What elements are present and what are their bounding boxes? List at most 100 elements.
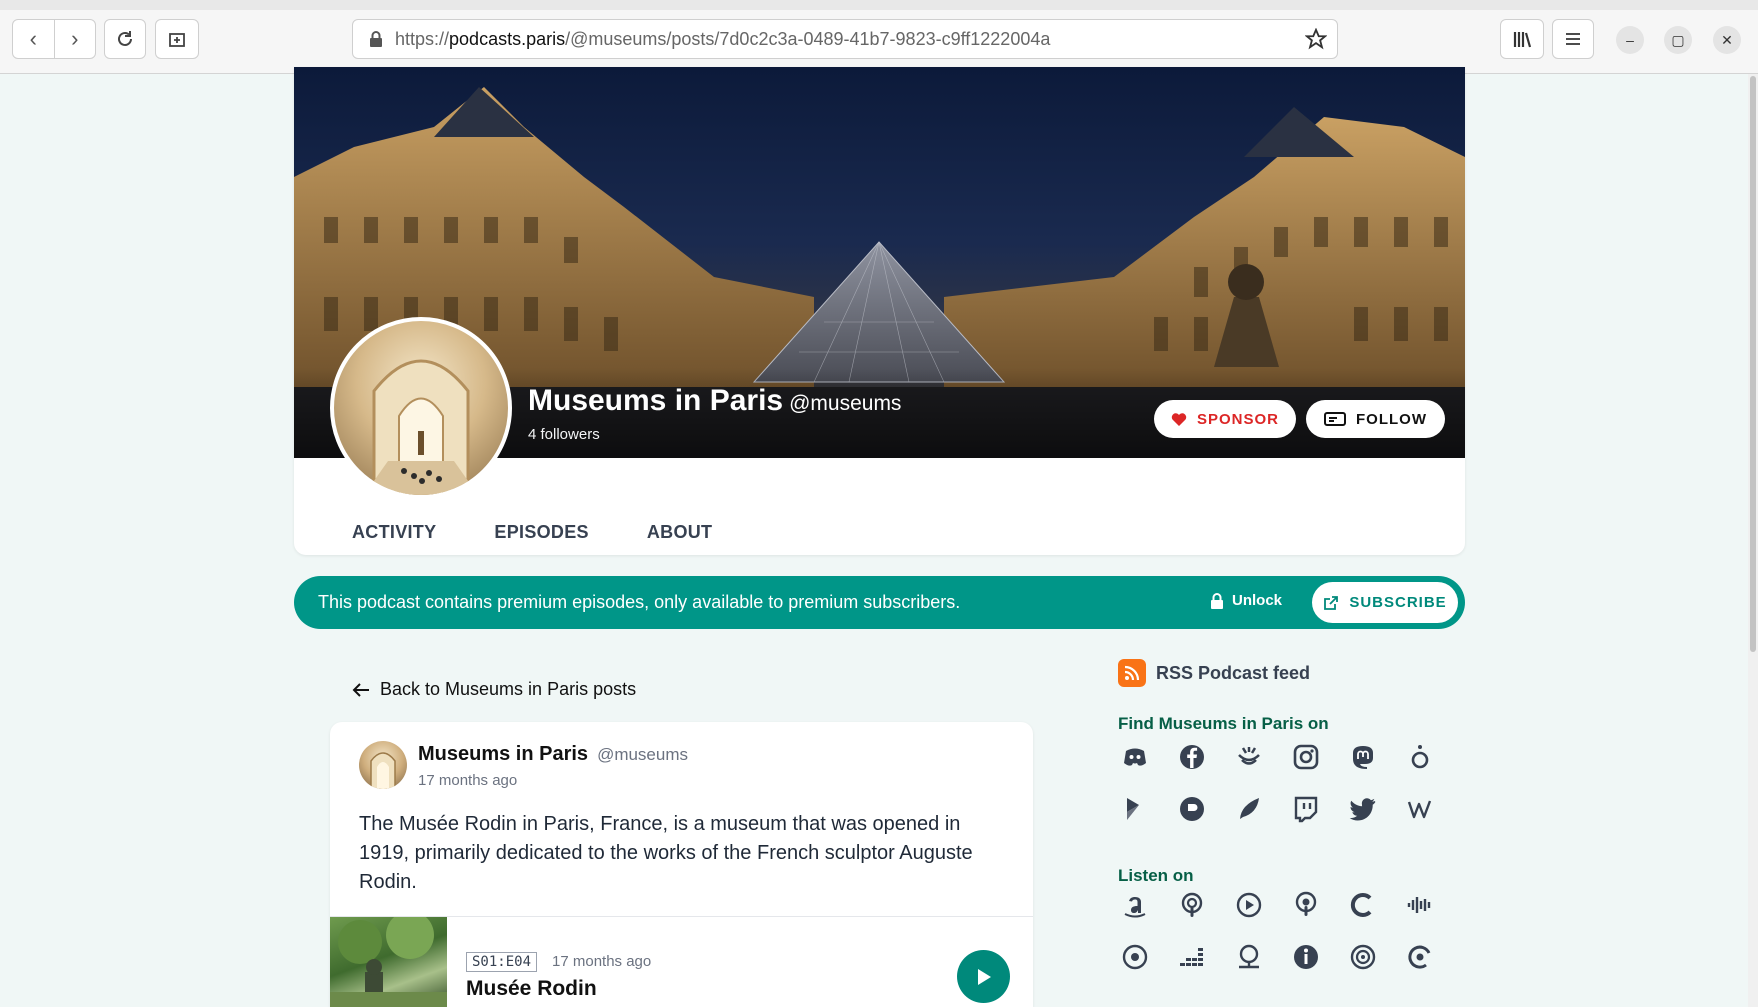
tab-activity[interactable]: ACTIVITY [352, 522, 436, 543]
bookmark-star-icon[interactable] [1305, 28, 1327, 50]
page-scrollbar[interactable] [1748, 74, 1758, 1007]
arrow-left-icon [352, 682, 369, 697]
play-icon [977, 968, 991, 985]
peertube-icon[interactable] [1118, 794, 1152, 824]
rss-feed-link[interactable]: RSS Podcast feed [1118, 659, 1310, 687]
browser-toolbar: ‹ › https://podcasts.paris/@museums/post… [0, 0, 1758, 74]
subscribe-label: SUBSCRIBE [1349, 594, 1447, 611]
twitch-icon[interactable] [1289, 794, 1323, 824]
back-icon[interactable]: ‹ [13, 26, 54, 52]
podcastindex-icon[interactable] [1175, 794, 1209, 824]
social-links [1118, 742, 1460, 824]
address-bar[interactable]: https://podcasts.paris/@museums/posts/7d… [352, 19, 1338, 59]
castro-icon[interactable] [1346, 890, 1380, 920]
library-button[interactable] [1500, 19, 1544, 59]
lock-icon [1211, 592, 1223, 609]
reload-button[interactable] [104, 19, 146, 59]
mastodon-icon[interactable] [1346, 742, 1380, 772]
follow-card-icon [1324, 412, 1346, 426]
new-tab-button[interactable] [155, 19, 199, 59]
external-link-icon [1324, 595, 1339, 610]
episode-title[interactable]: Musée Rodin [466, 977, 597, 1001]
unlock-button[interactable]: Unlock [1210, 592, 1282, 609]
instagram-icon[interactable] [1289, 742, 1323, 772]
writefreely-icon[interactable] [1403, 794, 1437, 824]
castopod-icon[interactable] [1289, 890, 1323, 920]
reload-icon [118, 31, 132, 46]
podcast-addict-icon[interactable] [1232, 942, 1266, 972]
episode-number: S01:E04 [466, 952, 538, 972]
rss-icon [1118, 659, 1146, 687]
url-scheme: https:// [395, 28, 450, 49]
discord-icon[interactable] [1118, 742, 1152, 772]
back-link-label: Back to Museums in Paris posts [380, 679, 637, 699]
sponsor-label: SPONSOR [1196, 410, 1279, 428]
podcast-republic-icon[interactable] [1403, 942, 1437, 972]
lock-icon [370, 31, 382, 47]
follow-label: FOLLOW [1356, 410, 1427, 428]
tab-episodes[interactable]: EPISODES [494, 522, 588, 543]
amazon-icon[interactable] [1118, 890, 1152, 920]
post-body: The Musée Rodin in Paris, France, is a m… [359, 813, 973, 893]
tab-strip [0, 0, 1758, 10]
sponsor-button[interactable]: SPONSOR [1154, 400, 1296, 438]
post-author: Museums in Paris @museums [418, 743, 688, 766]
podcast-handle: @museums [789, 392, 902, 415]
minimize-button[interactable]: – [1616, 26, 1644, 54]
close-button[interactable]: ✕ [1713, 26, 1741, 54]
hamburger-icon [1566, 33, 1580, 45]
url-host: podcasts.paris [449, 28, 566, 49]
new-tab-icon [169, 33, 185, 47]
podcast-title: Museums in Paris @museums [528, 384, 901, 418]
menu-button[interactable] [1552, 19, 1594, 59]
back-to-posts-link[interactable]: Back to Museums in Paris posts [352, 679, 636, 700]
funkwhale-icon[interactable] [1232, 742, 1266, 772]
nav-buttons: ‹ › [12, 19, 96, 59]
podchaser-icon[interactable] [1289, 942, 1323, 972]
play-button[interactable] [957, 950, 1010, 1003]
apple-podcasts-icon[interactable] [1175, 890, 1209, 920]
post-card: Museums in Paris @museums 17 months ago … [330, 722, 1033, 1007]
podcast-avatar [330, 317, 512, 499]
overcast-icon[interactable] [1118, 942, 1152, 972]
listen-links [1118, 890, 1460, 972]
follow-button[interactable]: FOLLOW [1306, 400, 1445, 438]
misskey-icon[interactable] [1232, 794, 1266, 824]
premium-banner: This podcast contains premium episodes, … [294, 576, 1465, 629]
scrollbar-thumb[interactable] [1750, 76, 1756, 652]
subscribe-button[interactable]: SUBSCRIBE [1312, 582, 1458, 623]
author-avatar-image [370, 752, 396, 789]
unlock-label: Unlock [1232, 592, 1283, 609]
followers-count: 4 followers [528, 426, 600, 443]
castbox-icon[interactable] [1232, 890, 1266, 920]
maximize-icon: ▢ [1671, 31, 1685, 48]
museum-hall-image [364, 359, 478, 495]
url-path: /@museums/posts/7d0c2c3a-0489-41b7-9823-… [565, 28, 1051, 49]
episode-time: 17 months ago [552, 953, 652, 970]
episode-thumbnail[interactable] [330, 917, 447, 1007]
library-icon [1513, 32, 1532, 48]
audible-icon[interactable] [1403, 890, 1437, 920]
forward-icon[interactable]: › [55, 26, 96, 52]
facebook-icon[interactable] [1175, 742, 1209, 772]
podcast-tabs: ACTIVITY EPISODES ABOUT [352, 522, 712, 543]
heart-icon [1171, 412, 1187, 426]
garden-image [330, 917, 447, 1007]
post-time[interactable]: 17 months ago [418, 772, 517, 789]
maximize-button[interactable]: ▢ [1664, 26, 1692, 54]
author-avatar[interactable] [359, 741, 407, 789]
post-author-name[interactable]: Museums in Paris [418, 743, 588, 766]
rss-label: RSS Podcast feed [1156, 662, 1311, 683]
podcast-name: Museums in Paris [528, 384, 784, 417]
post-author-handle: @museums [597, 745, 689, 764]
podcast-header-card: Museums in Paris @museums 4 followers SP… [294, 67, 1465, 555]
podnews-icon[interactable] [1346, 942, 1380, 972]
deezer-icon[interactable] [1175, 942, 1209, 972]
minimize-icon: – [1626, 32, 1634, 48]
tab-about[interactable]: ABOUT [647, 522, 713, 543]
close-icon: ✕ [1721, 31, 1733, 48]
premium-text: This podcast contains premium episodes, … [318, 592, 961, 612]
twitter-icon[interactable] [1346, 794, 1380, 824]
pixelfed-icon[interactable] [1403, 742, 1437, 772]
listen-on-title: Listen on [1118, 866, 1194, 885]
